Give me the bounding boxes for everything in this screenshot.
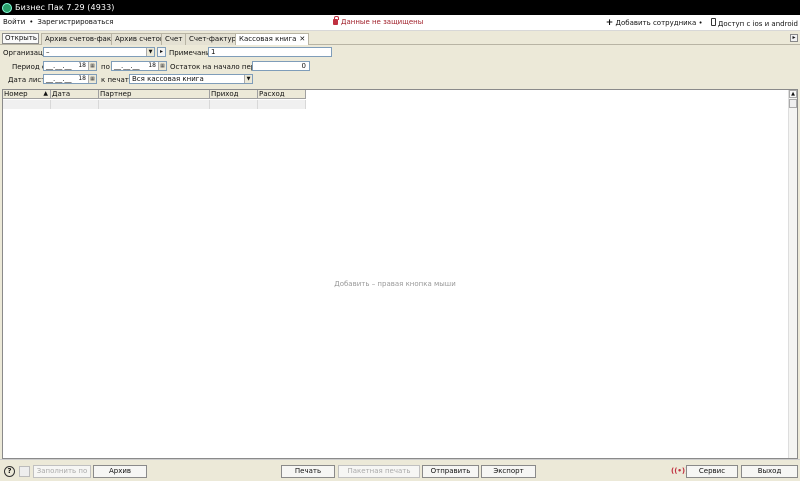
organization-value: – — [46, 48, 50, 56]
filter-form: Организация – ▼ ▸ Примечание 1 Период с … — [0, 45, 800, 89]
lock-icon — [333, 16, 339, 25]
column-header-expense[interactable]: Расход — [258, 90, 306, 99]
tab-label: Счет-фактура — [189, 35, 241, 43]
sheet-date-input[interactable]: __.__.__ 18 ▦ — [43, 74, 97, 84]
column-header-number[interactable]: Номер ▲ — [3, 90, 51, 99]
service-button[interactable]: Сервис — [686, 465, 738, 478]
print-scope-select[interactable]: Вся кассовая книга ▼ — [129, 74, 253, 84]
column-header-label: Расход — [259, 90, 285, 98]
security-warning-text: Данные не защищены — [341, 18, 424, 26]
column-header-label: Номер — [4, 90, 28, 98]
print-scope-value: Вся кассовая книга — [132, 75, 204, 83]
menu-bar: Войти • Зарегистрироваться Данные не защ… — [0, 15, 800, 31]
export-button[interactable]: Экспорт — [481, 465, 536, 478]
batch-print-button: Пакетная печать — [338, 465, 420, 478]
column-header-label: Приход — [211, 90, 239, 98]
security-warning[interactable]: Данные не защищены — [333, 16, 424, 26]
menu-separator: • — [29, 18, 34, 26]
column-header-date[interactable]: Дата — [51, 90, 99, 99]
opening-balance-input[interactable]: 0 — [252, 61, 310, 71]
scrollbar-thumb[interactable] — [789, 99, 797, 108]
date-year: 18 — [148, 62, 156, 69]
tab-label: Архив счетов — [115, 35, 165, 43]
period-to-label: по — [101, 63, 110, 71]
scroll-up-icon[interactable]: ▲ — [789, 90, 797, 98]
calendar-icon[interactable]: ▦ — [88, 62, 96, 70]
table-cell[interactable] — [258, 100, 306, 109]
register-link[interactable]: Зарегистрироваться — [37, 18, 113, 26]
table-cell[interactable] — [3, 100, 51, 109]
close-icon[interactable]: ✕ — [299, 35, 305, 43]
send-button[interactable]: Отправить — [422, 465, 479, 478]
mobile-access-label: Доступ с ios и android — [717, 20, 798, 28]
app-logo-icon — [2, 2, 12, 13]
help-icon[interactable]: ? — [4, 466, 15, 477]
cash-book-table[interactable]: Номер ▲ Дата Партнер Приход Расход Добав… — [2, 89, 798, 459]
tab-scroll-icon[interactable]: ▸ — [790, 34, 798, 42]
column-header-income[interactable]: Приход — [210, 90, 258, 99]
column-header-label: Партнер — [100, 90, 132, 98]
column-header-label: Дата — [52, 90, 71, 98]
tab-label: Счет — [165, 35, 183, 43]
menu-separator: • — [698, 19, 703, 27]
print-button[interactable]: Печать — [281, 465, 335, 478]
column-header-partner[interactable]: Партнер — [99, 90, 210, 99]
broadcast-icon[interactable]: ((•)) — [671, 466, 688, 477]
tab-bill[interactable]: Счет — [161, 33, 187, 45]
table-header: Номер ▲ Дата Партнер Приход Расход — [3, 90, 306, 99]
open-button-label: Открыть — [5, 34, 37, 42]
organization-open-button[interactable]: ▸ — [157, 47, 166, 57]
mobile-access-link[interactable]: Доступ с ios и android — [710, 18, 798, 28]
empty-table-hint: Добавить – правая кнопка мыши — [334, 280, 456, 288]
tab-bills-archive[interactable]: Архив счетов — [111, 33, 169, 45]
date-mask: __.__.__ — [46, 75, 72, 83]
note-input[interactable]: 1 — [208, 47, 332, 57]
note-value: 1 — [211, 48, 216, 56]
date-mask: __.__.__ — [114, 62, 140, 70]
date-year: 18 — [78, 62, 86, 69]
bottom-toolbar: ? Заполнить по Архив Печать Пакетная печ… — [0, 459, 800, 481]
archive-button[interactable]: Архив — [93, 465, 147, 478]
table-cell[interactable] — [51, 100, 99, 109]
date-mask: __.__.__ — [46, 62, 72, 70]
period-from-label: Период с — [12, 63, 46, 71]
chevron-down-icon: ▼ — [146, 48, 154, 56]
period-to-date[interactable]: __.__.__ 18 ▦ — [111, 61, 167, 71]
organization-select[interactable]: – ▼ — [43, 47, 155, 57]
table-cell[interactable] — [99, 100, 210, 109]
date-year: 18 — [78, 75, 86, 82]
table-cell[interactable] — [210, 100, 258, 109]
tab-label: Кассовая книга — [239, 35, 297, 43]
calendar-icon[interactable]: ▦ — [158, 62, 166, 70]
fill-from-button: Заполнить по — [33, 465, 91, 478]
period-from-date[interactable]: __.__.__ 18 ▦ — [43, 61, 97, 71]
title-bar: Бизнес Пак 7.29 (4933) — [0, 0, 800, 15]
opening-balance-value: 0 — [301, 62, 306, 70]
open-dropdown-button[interactable]: Открыть ▼ — [2, 33, 39, 51]
calendar-icon[interactable]: ▦ — [88, 75, 96, 83]
exit-button[interactable]: Выход — [741, 465, 798, 478]
plus-icon: + — [605, 18, 614, 28]
sort-ascending-icon: ▲ — [43, 90, 48, 97]
add-employee-link[interactable]: + Добавить сотрудника • — [606, 18, 703, 28]
vertical-scrollbar[interactable]: ▲ — [788, 90, 797, 458]
chevron-down-icon: ▼ — [244, 75, 252, 83]
tab-bar: Открыть ▼ Архив счетов-фактур Архив счет… — [0, 32, 800, 51]
table-row[interactable] — [3, 100, 306, 109]
login-link[interactable]: Войти — [3, 18, 25, 26]
save-icon — [19, 466, 30, 477]
window-title: Бизнес Пак 7.29 (4933) — [15, 3, 115, 12]
add-employee-label: Добавить сотрудника — [615, 19, 697, 27]
mobile-device-icon — [710, 18, 716, 26]
